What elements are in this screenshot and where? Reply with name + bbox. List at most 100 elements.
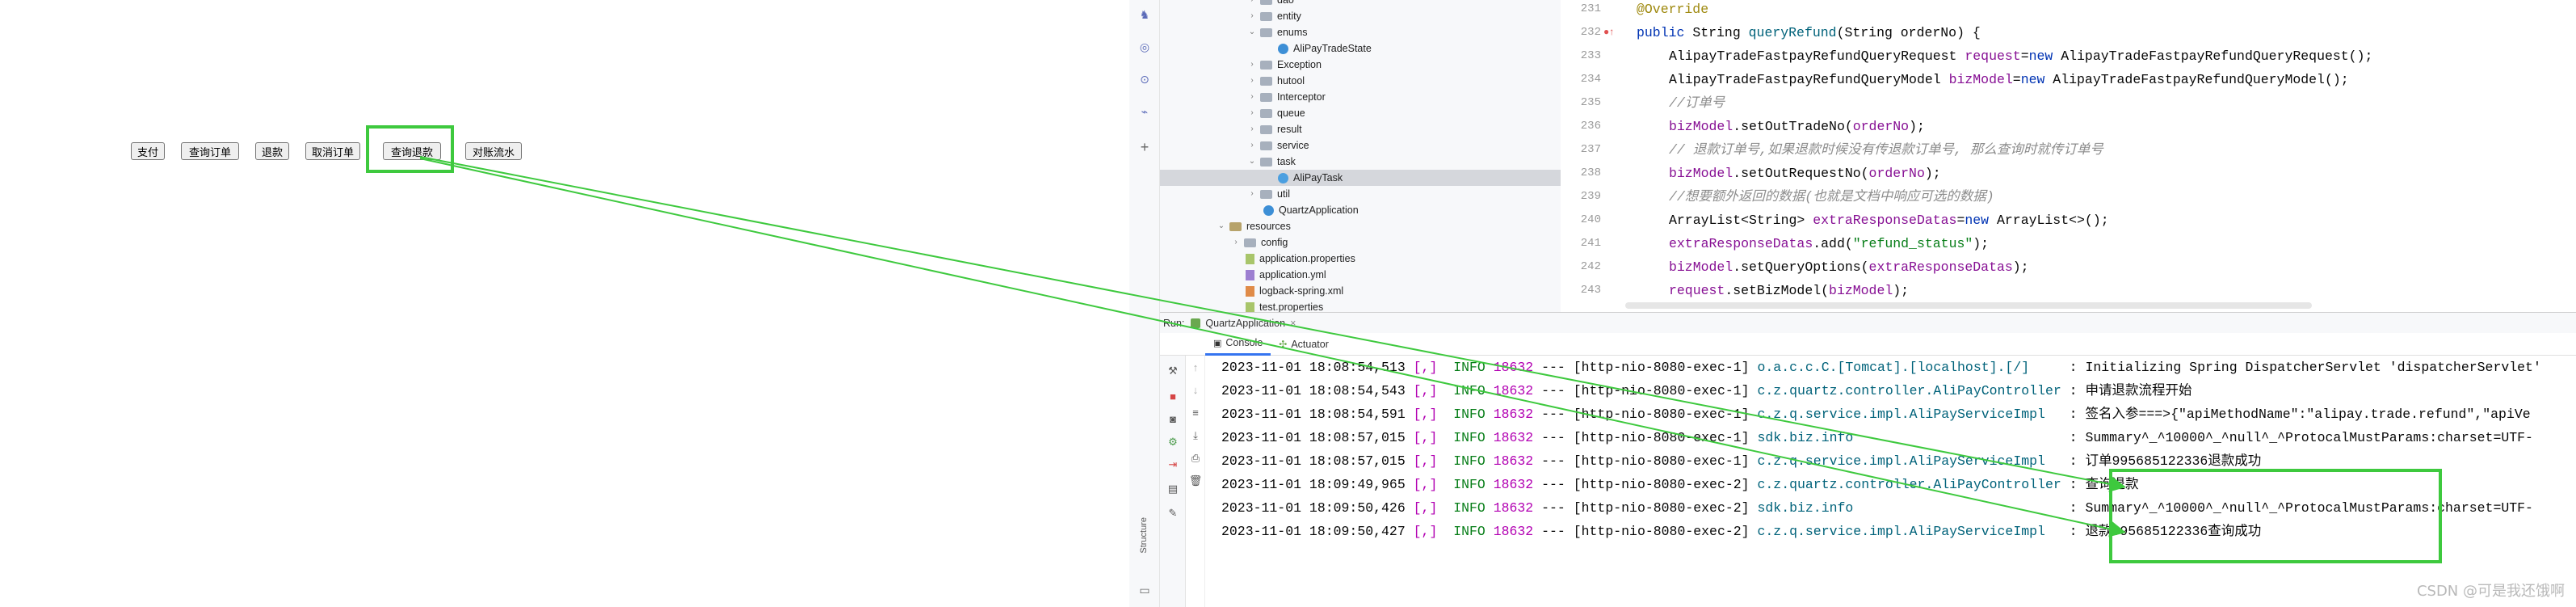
- tab-actuator[interactable]: ✣ Actuator: [1271, 333, 1337, 356]
- run-config-tab[interactable]: QuartzApplication ×: [1191, 318, 1296, 329]
- camera-icon[interactable]: ◙: [1166, 412, 1180, 427]
- line-number: 234: [1580, 73, 1601, 86]
- run-label: Run:: [1163, 317, 1185, 329]
- print-icon[interactable]: ⎙: [1188, 451, 1203, 466]
- chevron-down-icon: ⌄: [1217, 221, 1225, 230]
- folder-icon: [1260, 108, 1272, 118]
- folder-icon: [1260, 92, 1272, 102]
- pay-button[interactable]: 支付: [131, 142, 165, 160]
- tree-item[interactable]: › result: [1247, 121, 1302, 137]
- tree-item[interactable]: › config: [1231, 234, 1288, 251]
- tree-item[interactable]: › service: [1247, 137, 1309, 154]
- code-line-236: bizModel.setOutTradeNo(orderNo);: [1669, 119, 1925, 134]
- console-side-toolbar: ↑ ↓ ≡ ⤓ ⎙ 🗑: [1186, 356, 1205, 607]
- soft-wrap-icon[interactable]: ≡: [1188, 406, 1203, 420]
- chevron-right-icon: ›: [1250, 141, 1254, 150]
- wrench-icon[interactable]: ⚒: [1166, 364, 1180, 378]
- tab-console[interactable]: ▣ Console: [1205, 333, 1271, 356]
- endpoints-icon[interactable]: ⌁: [1137, 103, 1153, 120]
- properties-file-icon: [1246, 253, 1254, 264]
- code-line-237: // 退款订单号,如果退款时候没有传退款订单号, 那么查询时就传订单号: [1669, 142, 2103, 158]
- refund-button[interactable]: 退款: [255, 142, 289, 160]
- plugin-icon[interactable]: ◎: [1137, 39, 1153, 55]
- run-side-toolbar: ↻ ⚒ ■ ◙ ⚙ ⇥ ▤ ✎: [1160, 333, 1186, 607]
- code-line-232: public String queryRefund(String orderNo…: [1637, 25, 1981, 40]
- folder-icon: [1244, 238, 1256, 247]
- folder-icon: [1260, 157, 1272, 167]
- cancel-order-button[interactable]: 取消订单: [305, 142, 360, 160]
- tab-console-label: Console: [1225, 337, 1263, 348]
- tree-item[interactable]: ⌄ task: [1247, 154, 1296, 170]
- tree-item-label: AliPayTask: [1293, 172, 1343, 183]
- close-icon[interactable]: ×: [1290, 318, 1296, 329]
- structure-tab[interactable]: Structure: [1139, 517, 1149, 554]
- tree-item[interactable]: AliPayTradeState: [1278, 40, 1372, 57]
- tree-item[interactable]: ⌄ resources: [1217, 218, 1291, 234]
- code-line-238: bizModel.setOutRequestNo(orderNo);: [1669, 166, 1941, 181]
- chevron-right-icon: ›: [1250, 124, 1254, 133]
- tree-item[interactable]: application.properties: [1246, 251, 1355, 267]
- tree-item-label: Exception: [1277, 59, 1322, 70]
- horizontal-scrollbar[interactable]: [1625, 302, 2312, 309]
- tree-item[interactable]: ⌄ enums: [1247, 24, 1308, 40]
- add-icon[interactable]: +: [1137, 139, 1153, 155]
- chevron-right-icon: ›: [1234, 238, 1238, 247]
- log-line: 2023-11-01 18:08:54,543 [,] INFO 18632 -…: [1221, 383, 2192, 398]
- folder-icon: [1260, 141, 1272, 150]
- scroll-end-icon[interactable]: ⤓: [1188, 428, 1203, 443]
- tree-item[interactable]: › hutool: [1247, 73, 1305, 89]
- tree-item[interactable]: › entity: [1247, 8, 1301, 24]
- tree-item[interactable]: › Exception: [1247, 57, 1322, 73]
- resources-folder-icon: [1229, 221, 1242, 231]
- console-output[interactable]: 2023-11-01 18:08:54,513 [,] INFO 18632 -…: [1205, 356, 2576, 607]
- database-icon[interactable]: ⊙: [1137, 71, 1153, 87]
- pin-icon[interactable]: ✎: [1166, 506, 1180, 521]
- query-order-button[interactable]: 查询订单: [181, 142, 239, 160]
- reconciliation-button[interactable]: 对账流水: [465, 142, 522, 160]
- log-line: 2023-11-01 18:08:54,591 [,] INFO 18632 -…: [1221, 407, 2531, 422]
- stop-icon[interactable]: ■: [1166, 390, 1180, 404]
- query-refund-button[interactable]: 查询退款: [383, 142, 441, 160]
- log-line: 2023-11-01 18:09:49,965 [,] INFO 18632 -…: [1221, 477, 2139, 492]
- tree-item[interactable]: test.properties: [1246, 299, 1323, 312]
- exit-icon[interactable]: ⇥: [1166, 457, 1180, 472]
- tree-item[interactable]: › Interceptor: [1247, 89, 1325, 105]
- actuator-icon: ✣: [1279, 338, 1288, 350]
- line-number: 241: [1580, 237, 1601, 250]
- layout-icon[interactable]: ▤: [1166, 482, 1180, 496]
- bookmarks-icon[interactable]: ▭: [1137, 582, 1153, 598]
- tree-item-selected[interactable]: AliPayTask: [1160, 170, 1561, 186]
- line-number: 239: [1580, 190, 1601, 203]
- properties-file-icon: [1246, 301, 1254, 312]
- scroll-down-icon[interactable]: ↓: [1188, 383, 1203, 398]
- tree-item-label: enums: [1277, 27, 1308, 38]
- maven-icon[interactable]: ♞: [1137, 6, 1153, 23]
- tree-item[interactable]: QuartzApplication: [1263, 202, 1359, 218]
- scroll-up-icon[interactable]: ↑: [1188, 360, 1203, 375]
- tree-item[interactable]: › util: [1247, 186, 1290, 202]
- folder-icon: [1260, 189, 1272, 199]
- tool-window-strip: ♞ ◎ ⊙ ⌁ + Structure ▭: [1129, 0, 1160, 607]
- tree-item[interactable]: application.yml: [1246, 267, 1326, 283]
- debug-icon[interactable]: ⚙: [1166, 435, 1180, 449]
- tree-item[interactable]: logback-spring.xml: [1246, 283, 1343, 299]
- folder-icon: [1260, 0, 1272, 5]
- line-number: 231: [1580, 2, 1601, 15]
- tree-item[interactable]: › dao: [1247, 0, 1294, 8]
- tree-item-label: AliPayTradeState: [1293, 43, 1372, 54]
- trash-icon[interactable]: 🗑: [1188, 474, 1203, 488]
- code-editor[interactable]: @Override public String queryRefund(Stri…: [1625, 0, 2576, 312]
- tree-item-label: util: [1277, 188, 1290, 200]
- tree-item-label: result: [1277, 124, 1302, 135]
- chevron-right-icon: ›: [1247, 0, 1257, 8]
- chevron-right-icon: ›: [1250, 108, 1254, 117]
- chevron-right-icon: ›: [1250, 189, 1254, 198]
- class-icon: [1278, 172, 1288, 183]
- folder-icon: [1260, 76, 1272, 86]
- chevron-right-icon: ›: [1250, 60, 1254, 69]
- log-line: 2023-11-01 18:08:57,015 [,] INFO 18632 -…: [1221, 453, 2262, 469]
- tree-item[interactable]: › queue: [1247, 105, 1305, 121]
- override-marker-icon[interactable]: ●↑: [1603, 26, 1614, 37]
- log-line: 2023-11-01 18:09:50,426 [,] INFO 18632 -…: [1221, 500, 2533, 516]
- code-line-231: @Override: [1637, 2, 1709, 17]
